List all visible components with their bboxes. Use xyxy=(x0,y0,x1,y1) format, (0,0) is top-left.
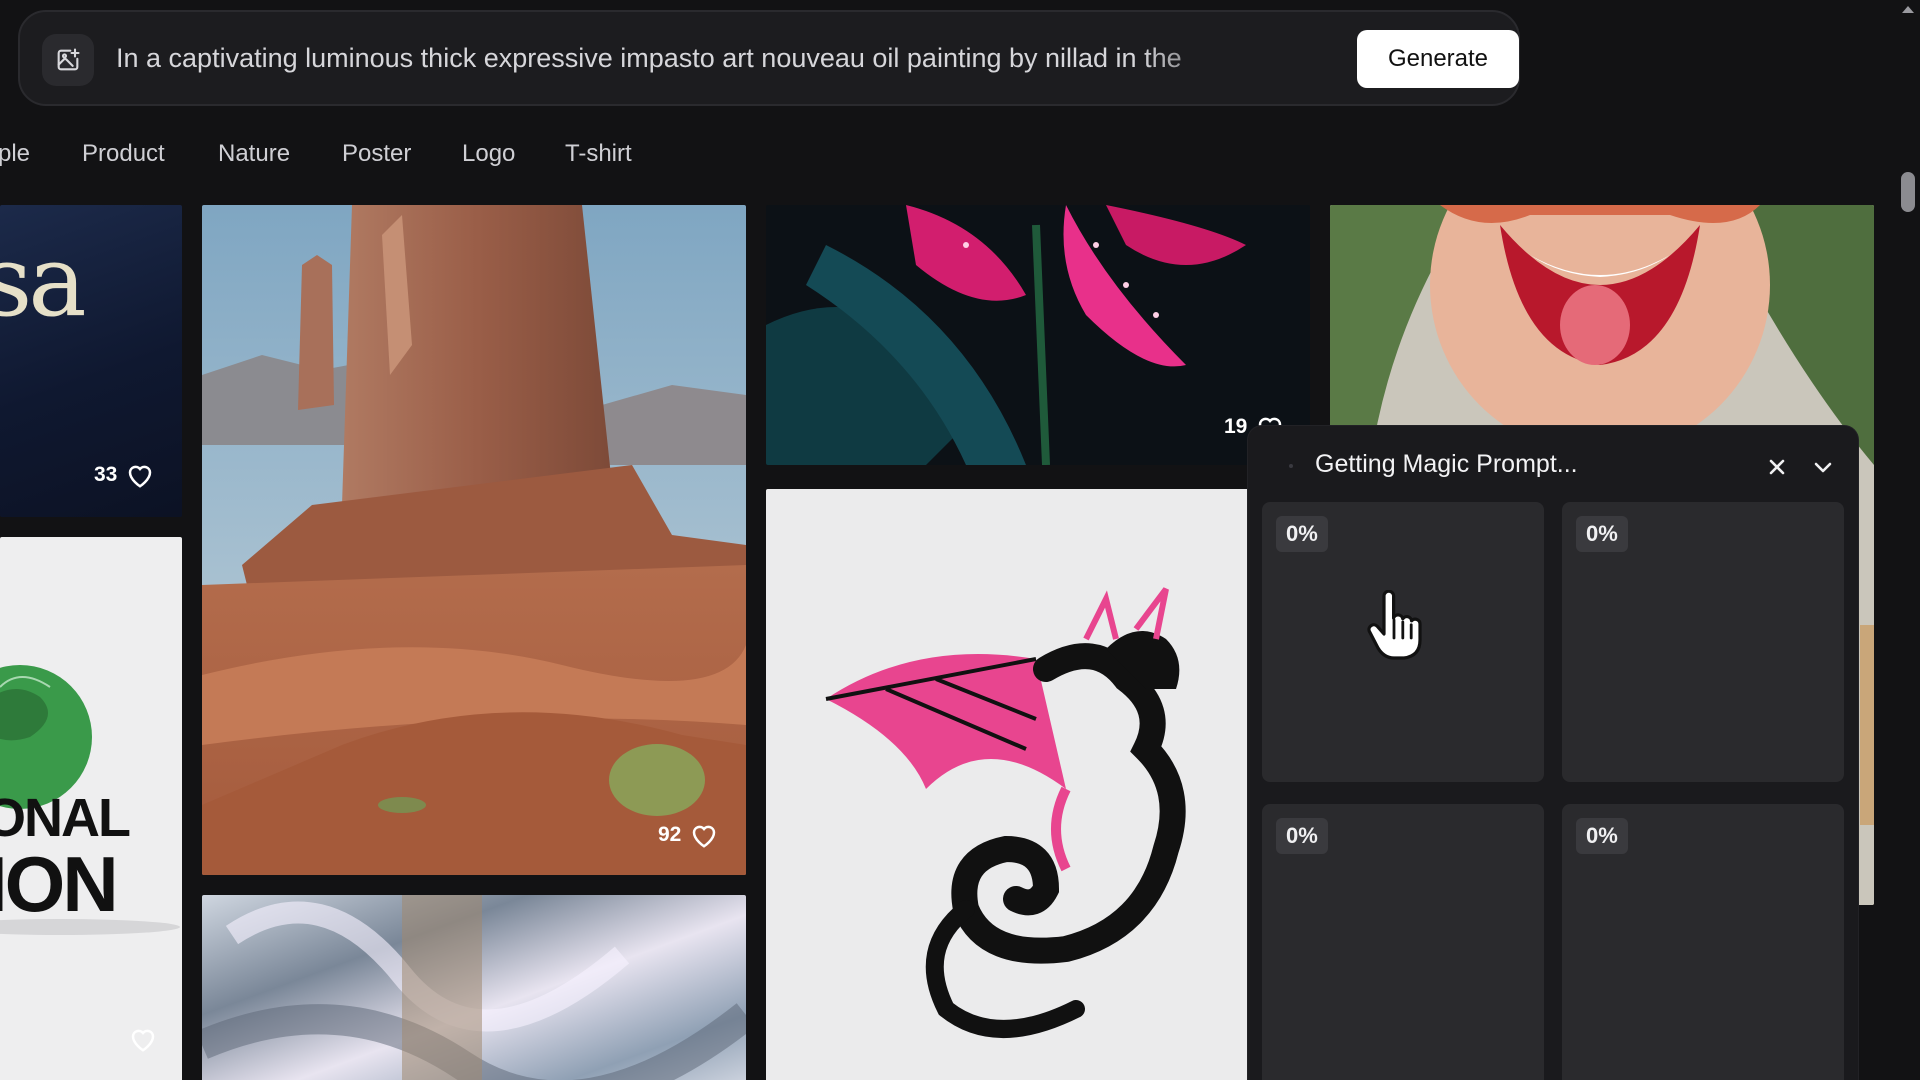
prompt-input[interactable]: In a captivating luminous thick expressi… xyxy=(116,12,1246,104)
scrollbar[interactable] xyxy=(1896,0,1920,1080)
progress-badge: 0% xyxy=(1576,516,1628,552)
tab-logo[interactable]: Logo xyxy=(462,140,515,168)
magic-prompt-panel: Getting Magic Prompt... 0% 0% 0% 0% xyxy=(1248,426,1858,1080)
tile-text-line-2: ION xyxy=(0,840,119,928)
holographic-illustration xyxy=(202,895,746,1080)
close-icon xyxy=(1769,459,1785,475)
desert-illustration xyxy=(202,205,746,875)
tab-people[interactable]: ple xyxy=(0,140,30,168)
gallery-image-lily[interactable]: 19 xyxy=(766,205,1310,465)
result-placeholder[interactable]: 0% xyxy=(1262,804,1544,1080)
gallery-image-desert-butte[interactable]: 92 xyxy=(202,205,746,875)
hand-cursor-icon xyxy=(1367,590,1422,660)
scrollbar-thumb[interactable] xyxy=(1901,172,1915,212)
gallery-image-globe-logo[interactable]: ONAL ION xyxy=(0,537,182,1080)
like-counter[interactable]: 92 xyxy=(658,821,719,849)
result-placeholder[interactable]: 0% xyxy=(1562,502,1844,782)
close-button[interactable] xyxy=(1762,452,1792,482)
like-counter[interactable]: 33 xyxy=(94,461,155,489)
like-count: 33 xyxy=(94,463,118,486)
tab-tshirt[interactable]: T-shirt xyxy=(565,140,632,168)
tab-poster[interactable]: Poster xyxy=(342,140,411,168)
heart-icon xyxy=(693,825,716,848)
result-placeholder[interactable]: 0% xyxy=(1562,804,1844,1080)
gallery-image-dragon-logo[interactable] xyxy=(766,489,1310,1080)
tab-nature[interactable]: Nature xyxy=(218,140,290,168)
chevron-down-icon xyxy=(1814,462,1832,473)
gallery-image-typography[interactable]: sa 33 xyxy=(0,205,182,517)
gallery-image-holographic[interactable] xyxy=(202,895,746,1080)
scroll-up-arrow-icon[interactable] xyxy=(1898,2,1918,16)
status-dot xyxy=(1289,464,1293,468)
heart-icon xyxy=(129,465,152,488)
like-count: 92 xyxy=(658,823,682,846)
progress-badge: 0% xyxy=(1276,818,1328,854)
tile-text: sa xyxy=(0,225,87,339)
image-plus-icon xyxy=(57,48,80,71)
panel-title: Getting Magic Prompt... xyxy=(1315,450,1578,478)
progress-badge: 0% xyxy=(1576,818,1628,854)
progress-badge: 0% xyxy=(1276,516,1328,552)
prompt-fade xyxy=(1140,18,1280,98)
prompt-bar: In a captivating luminous thick expressi… xyxy=(18,10,1520,106)
collapse-button[interactable] xyxy=(1808,452,1838,482)
page: In a captivating luminous thick expressi… xyxy=(0,0,1920,1080)
tab-product[interactable]: Product xyxy=(82,140,165,168)
heart-icon[interactable] xyxy=(128,1025,158,1053)
upload-image-button[interactable] xyxy=(42,34,94,86)
dragon-illustration xyxy=(825,587,1186,1038)
like-count: 19 xyxy=(1224,415,1248,438)
generate-button[interactable]: Generate xyxy=(1357,30,1519,88)
